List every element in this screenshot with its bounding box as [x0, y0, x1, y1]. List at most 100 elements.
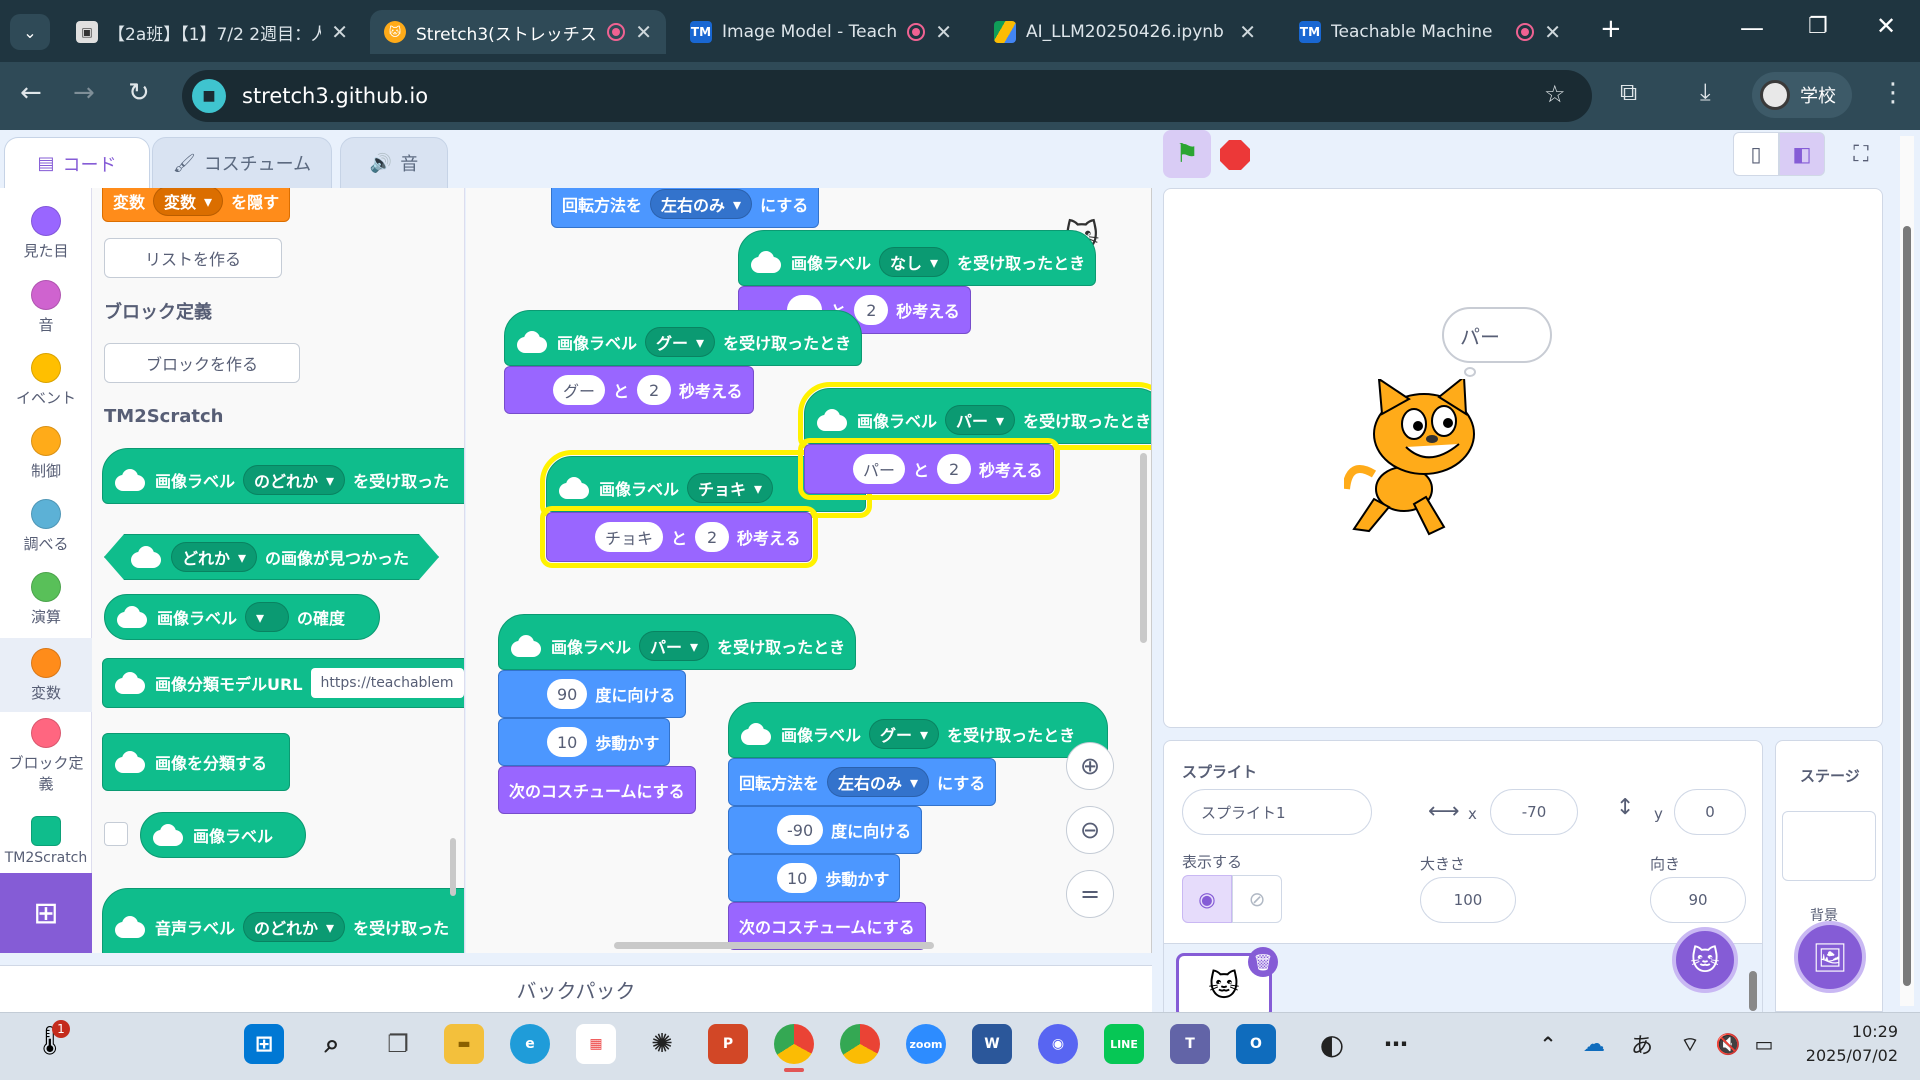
task-view-icon[interactable]: ❐	[378, 1024, 418, 1064]
chatgpt-icon[interactable]: ✺	[642, 1024, 682, 1064]
y-position-input[interactable]: 0	[1674, 789, 1746, 835]
category-sensing[interactable]: 調べる	[0, 499, 92, 554]
category-my-blocks[interactable]: ブロック定義	[0, 718, 92, 794]
rotation-dropdown[interactable]: 左右のみ ▾	[650, 189, 753, 219]
page-scrollbar[interactable]	[1900, 136, 1914, 1006]
forward-icon[interactable]: →	[73, 78, 95, 108]
label-dropdown[interactable]: チョキ ▾	[687, 473, 774, 503]
seconds-input[interactable]: 2	[937, 454, 972, 484]
close-icon[interactable]: ✕	[935, 20, 952, 44]
message-input[interactable]: パー	[853, 454, 906, 484]
delete-sprite-icon[interactable]: 🗑	[1248, 947, 1278, 977]
large-stage-button[interactable]: ◧	[1779, 132, 1825, 176]
volume-muted-icon[interactable]: 🔇	[1708, 1024, 1748, 1064]
browser-tab-drive[interactable]: AI_LLM20250426.ipynb - ✕	[980, 10, 1270, 54]
label-dropdown[interactable]: パー ▾	[945, 405, 1016, 435]
edge-icon[interactable]: e	[510, 1024, 550, 1064]
stop-button[interactable]	[1220, 140, 1250, 170]
when-label-goo-hat[interactable]: 画像ラベル グー ▾ を受け取ったとき	[504, 310, 863, 366]
label-dropdown[interactable]: グー ▾	[645, 327, 716, 357]
zoom-in-icon[interactable]: ⊕	[1066, 742, 1114, 790]
onedrive-icon[interactable]: ☁	[1574, 1024, 1614, 1064]
stage-canvas[interactable]: パー	[1163, 188, 1883, 728]
label-dropdown[interactable]: のどれか ▾	[243, 912, 346, 942]
stage-selector[interactable]: ステージ 背景 🖼	[1775, 740, 1883, 1012]
code-workspace[interactable]: 回転方法を 左右のみ▾ にする 🐱 画像ラベル なし▾ を受け取ったとき ...…	[466, 188, 1152, 953]
store-icon[interactable]: ▦	[576, 1024, 616, 1064]
powerpoint-icon[interactable]: P	[708, 1024, 748, 1064]
scratch-cat-sprite[interactable]	[1344, 379, 1494, 539]
set-rotation-style-block[interactable]: 回転方法を 左右のみ ▾ にする	[551, 188, 820, 228]
zoom-reset-icon[interactable]: =	[1066, 870, 1114, 918]
ime-indicator[interactable]: あ	[1622, 1024, 1662, 1064]
think-for-secs-block[interactable]: チョキ と 2 秒考える	[540, 506, 818, 568]
image-label-reporter[interactable]: 画像ラベル	[140, 812, 306, 858]
zoom-out-icon[interactable]: ⊖	[1066, 806, 1114, 854]
site-info-icon[interactable]: ■	[192, 79, 226, 113]
seconds-input[interactable]: 2	[854, 295, 889, 325]
image-label-confidence-block[interactable]: 画像ラベル ▾ の確度	[104, 594, 380, 640]
extensions-icon[interactable]: ⧉	[1620, 78, 1637, 106]
seconds-input[interactable]: 2	[695, 522, 730, 552]
word-icon[interactable]: W	[972, 1024, 1012, 1064]
model-url-input[interactable]: https://teachablem	[310, 668, 464, 698]
when-sound-label-received-block[interactable]: 音声ラベル のどれか ▾ を受け取った	[102, 888, 464, 953]
when-image-label-received-block[interactable]: 画像ラベル のどれか ▾ を受け取った	[102, 448, 464, 504]
label-dropdown[interactable]: パー ▾	[639, 631, 710, 661]
close-icon[interactable]: ✕	[331, 20, 348, 44]
label-dropdown[interactable]: どれか ▾	[171, 542, 258, 572]
fullscreen-icon[interactable]: ⛶	[1838, 132, 1884, 176]
add-backdrop-button[interactable]: 🖼	[1794, 921, 1866, 993]
minimize-icon[interactable]: —	[1740, 14, 1764, 42]
close-icon[interactable]: ✕	[1544, 20, 1561, 44]
browser-tab-image-model[interactable]: TM Image Model - Teach ✕	[676, 10, 966, 54]
browser-tab-teachable-machine[interactable]: TM Teachable Machine ✕	[1285, 10, 1575, 54]
category-sound[interactable]: 音	[0, 280, 92, 335]
label-dropdown[interactable]: ▾	[245, 602, 290, 632]
close-icon[interactable]: ✕	[635, 20, 652, 44]
label-dropdown[interactable]: なし ▾	[879, 247, 950, 277]
hide-variable-block[interactable]: 変数 変数 ▾ を隠す	[102, 188, 291, 222]
tab-sounds[interactable]: 🔊 音	[340, 137, 448, 189]
image-label-checkbox[interactable]	[104, 822, 128, 846]
back-icon[interactable]: ←	[20, 78, 42, 108]
chrome-icon[interactable]	[774, 1024, 814, 1064]
image-model-url-block[interactable]: 画像分類モデルURL https://teachablem	[102, 658, 464, 708]
direction-input[interactable]: 90	[547, 679, 588, 709]
make-list-button[interactable]: リストを作る	[104, 238, 282, 278]
page-scrollbar-thumb[interactable]	[1903, 226, 1911, 986]
think-for-secs-block[interactable]: グー と 2 秒考える	[504, 366, 754, 414]
make-block-button[interactable]: ブロックを作る	[104, 343, 300, 383]
reload-icon[interactable]: ↻	[128, 78, 150, 108]
tab-search-button[interactable]: ⌄	[10, 14, 50, 50]
search-icon[interactable]: ⌕	[312, 1024, 352, 1064]
when-label-paa-hat[interactable]: 画像ラベル パー ▾ を受け取ったとき	[798, 382, 1151, 450]
point-in-direction-block[interactable]: 90 度に向ける	[498, 670, 687, 718]
teams-icon[interactable]: T	[1170, 1024, 1210, 1064]
set-rotation-style-block[interactable]: 回転方法を 左右のみ ▾ にする	[728, 758, 997, 806]
workspace-h-scrollbar[interactable]	[614, 942, 934, 949]
image-found-block[interactable]: どれか ▾ の画像が見つかった	[104, 534, 439, 580]
more-apps-icon[interactable]: ⋯	[1376, 1024, 1416, 1064]
file-explorer-icon[interactable]: ▬	[444, 1024, 484, 1064]
label-dropdown[interactable]: のどれか ▾	[243, 465, 346, 495]
profile-button[interactable]: 学校	[1752, 72, 1852, 118]
category-control[interactable]: 制御	[0, 426, 92, 481]
think-for-secs-block[interactable]: パー と 2 秒考える	[798, 438, 1060, 500]
start-icon[interactable]: ⊞	[244, 1024, 284, 1064]
chrome-profile-icon[interactable]	[840, 1024, 880, 1064]
rotation-dropdown[interactable]: 左右のみ ▾	[827, 767, 930, 797]
show-hidden-button[interactable]: ⊘	[1232, 875, 1282, 923]
palette-scrollbar[interactable]	[450, 838, 456, 896]
move-steps-block[interactable]: 10 歩動かす	[498, 718, 671, 766]
variable-dropdown[interactable]: 変数 ▾	[153, 188, 224, 216]
message-input[interactable]: グー	[553, 375, 606, 405]
steps-input[interactable]: 10	[547, 727, 588, 757]
window-close-icon[interactable]: ✕	[1876, 12, 1896, 40]
stage-thumbnail[interactable]	[1782, 811, 1876, 881]
github-icon[interactable]: ◐	[1312, 1024, 1352, 1064]
message-input[interactable]: チョキ	[595, 522, 664, 552]
browser-tab-stretch3[interactable]: 🐱 Stretch3(ストレッチスリー ✕	[370, 10, 666, 54]
next-costume-block[interactable]: 次のコスチュームにする	[498, 766, 696, 814]
size-input[interactable]: 100	[1420, 877, 1516, 923]
